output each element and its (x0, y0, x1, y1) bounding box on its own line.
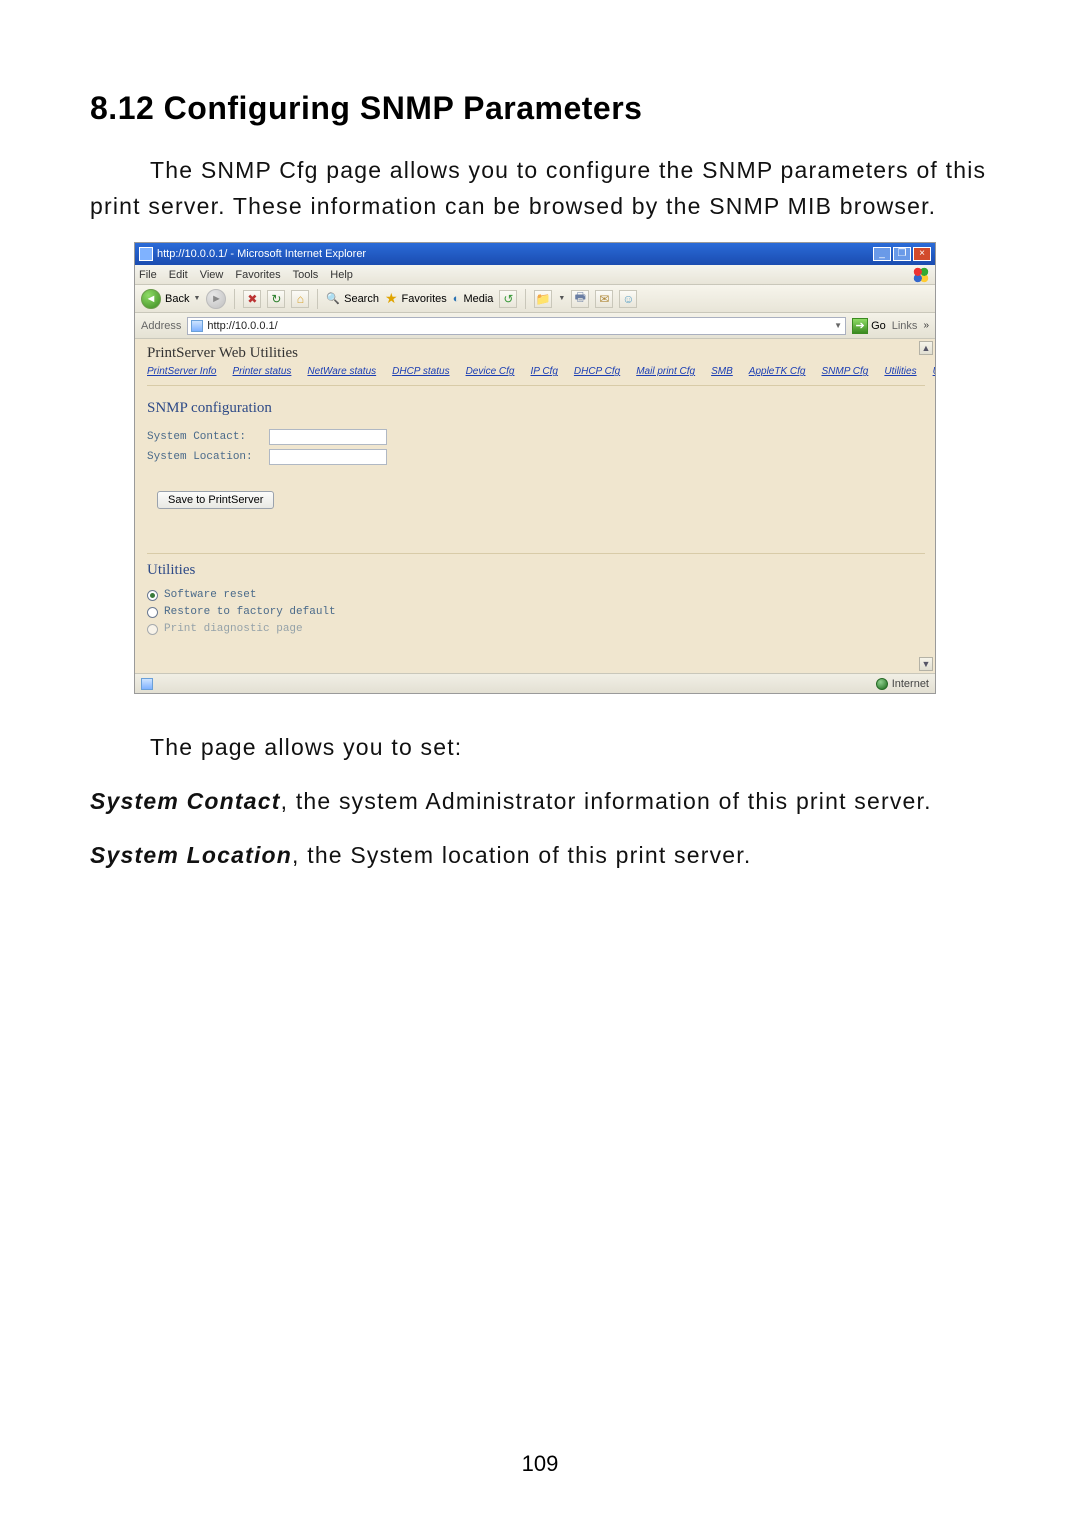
intro-paragraph: The SNMP Cfg page allows you to configur… (90, 153, 990, 224)
screenshot-window: http://10.0.0.1/ - Microsoft Internet Ex… (134, 242, 936, 694)
maximize-button[interactable]: ❐ (893, 247, 911, 261)
app-icon (139, 247, 153, 261)
nav-utilities[interactable]: Utilities (884, 366, 916, 377)
system-location-input[interactable] (269, 449, 387, 465)
nav-upgrade[interactable]: Upgrade (933, 366, 935, 377)
windows-logo-icon (913, 267, 929, 283)
radio-icon (147, 624, 158, 635)
address-input[interactable]: http://10.0.0.1/ ▼ (187, 317, 846, 335)
print-icon[interactable]: 🖶 (571, 290, 589, 308)
utilities-section-title: Utilities (147, 553, 925, 579)
search-button[interactable]: 🔍 Search (326, 292, 379, 305)
favorites-button[interactable]: ★ Favorites (385, 290, 447, 307)
mail-icon[interactable]: ✉ (595, 290, 613, 308)
messenger-icon[interactable]: ☺ (619, 290, 637, 308)
home-icon[interactable]: ⌂ (291, 290, 309, 308)
menu-file[interactable]: File (139, 269, 157, 281)
section-heading: 8.12 Configuring SNMP Parameters (90, 90, 990, 127)
nav-snmp-cfg[interactable]: SNMP Cfg (821, 366, 868, 377)
nav-netware-status[interactable]: NetWare status (307, 366, 376, 377)
system-contact-term: System Contact (90, 788, 281, 814)
folder-icon[interactable]: 📁 (534, 290, 552, 308)
search-icon: 🔍 (326, 292, 340, 305)
option-software-reset[interactable]: Software reset (147, 589, 925, 601)
system-contact-input[interactable] (269, 429, 387, 445)
zone-label: Internet (892, 678, 929, 690)
back-button[interactable]: ◄ Back ▼ (141, 289, 200, 309)
system-contact-label: System Contact: (147, 431, 261, 443)
nav-dhcp-cfg[interactable]: DHCP Cfg (574, 366, 620, 377)
nav-appletk-cfg[interactable]: AppleTK Cfg (749, 366, 806, 377)
nav-ip-cfg[interactable]: IP Cfg (530, 366, 557, 377)
set-paragraph: The page allows you to set: (90, 730, 990, 766)
address-label: Address (141, 320, 181, 332)
browser-content: ▲ PrintServer Web Utilities PrintServer … (135, 339, 935, 673)
star-icon: ★ (385, 290, 398, 307)
ie-page-icon (191, 320, 203, 332)
system-contact-paragraph: System Contact, the system Administrator… (90, 784, 990, 820)
address-url: http://10.0.0.1/ (207, 320, 277, 332)
system-location-paragraph: System Location, the System location of … (90, 838, 990, 874)
snmp-section-title: SNMP configuration (147, 400, 925, 417)
minimize-button[interactable]: _ (873, 247, 891, 261)
page-title: PrintServer Web Utilities (147, 345, 925, 362)
links-label[interactable]: Links (892, 320, 918, 332)
history-icon[interactable]: ↺ (499, 290, 517, 308)
forward-button[interactable]: ► (206, 289, 226, 309)
address-bar: Address http://10.0.0.1/ ▼ ➔ Go Links » (135, 313, 935, 339)
option-restore-default[interactable]: Restore to factory default (147, 606, 925, 618)
links-chevron-icon[interactable]: » (923, 320, 929, 331)
close-button[interactable]: × (913, 247, 931, 261)
nav-printserver-info[interactable]: PrintServer Info (147, 366, 216, 377)
nav-device-cfg[interactable]: Device Cfg (466, 366, 515, 377)
status-bar: Internet (135, 673, 935, 693)
menu-favorites[interactable]: Favorites (235, 269, 280, 281)
scroll-down-button[interactable]: ▼ (919, 657, 933, 671)
go-button[interactable]: ➔ Go (852, 318, 886, 334)
nav-links: PrintServer Info Printer status NetWare … (147, 366, 925, 386)
option-print-diag[interactable]: Print diagnostic page (147, 623, 925, 635)
radio-icon (147, 607, 158, 618)
back-arrow-icon: ◄ (141, 289, 161, 309)
media-button[interactable]: ◐ Media (453, 293, 494, 305)
window-titlebar: http://10.0.0.1/ - Microsoft Internet Ex… (135, 243, 935, 265)
save-button[interactable]: Save to PrintServer (157, 491, 274, 509)
scroll-up-button[interactable]: ▲ (919, 341, 933, 355)
system-location-term: System Location (90, 842, 292, 868)
go-arrow-icon: ➔ (852, 318, 868, 334)
nav-printer-status[interactable]: Printer status (232, 366, 291, 377)
nav-dhcp-status[interactable]: DHCP status (392, 366, 449, 377)
media-icon: ◐ (453, 293, 460, 305)
system-location-label: System Location: (147, 451, 261, 463)
menu-view[interactable]: View (200, 269, 224, 281)
menu-help[interactable]: Help (330, 269, 353, 281)
menu-tools[interactable]: Tools (293, 269, 319, 281)
menu-edit[interactable]: Edit (169, 269, 188, 281)
toolbar: ◄ Back ▼ ► ✖ ↻ ⌂ 🔍 Search ★ Favorites ◐ … (135, 285, 935, 313)
menu-bar: File Edit View Favorites Tools Help (135, 265, 935, 285)
radio-icon (147, 590, 158, 601)
stop-icon[interactable]: ✖ (243, 290, 261, 308)
page-number: 109 (0, 1451, 1080, 1477)
refresh-icon[interactable]: ↻ (267, 290, 285, 308)
ie-status-icon (141, 678, 153, 690)
nav-smb[interactable]: SMB (711, 366, 733, 377)
zone-globe-icon (876, 678, 888, 690)
window-title: http://10.0.0.1/ - Microsoft Internet Ex… (157, 248, 873, 260)
nav-mailprint-cfg[interactable]: Mail print Cfg (636, 366, 695, 377)
